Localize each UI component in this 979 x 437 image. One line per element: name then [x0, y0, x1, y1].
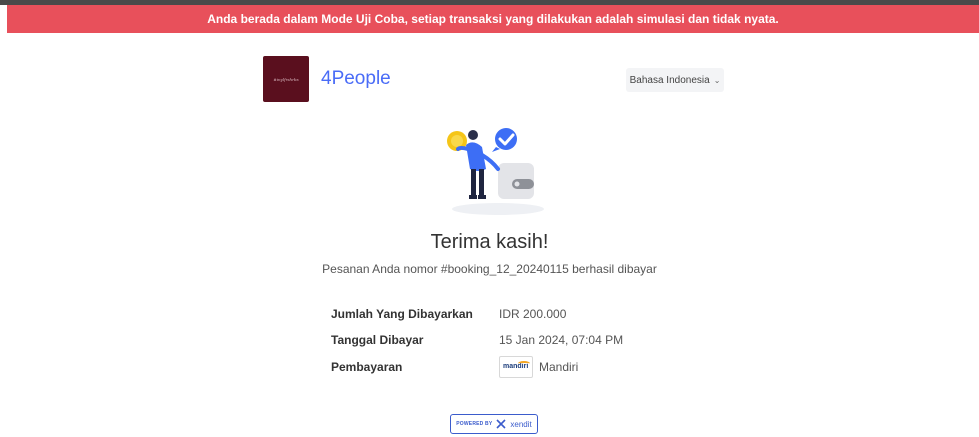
page-title: Terima kasih!	[430, 231, 549, 253]
chevron-down-icon: ⌄	[713, 75, 721, 85]
amount-label: Jumlah Yang Dibayarkan	[331, 307, 473, 321]
banner-text: Anda berada dalam Mode Uji Coba, setiap …	[207, 12, 779, 26]
xendit-text: xendit	[510, 419, 532, 429]
payment-label: Pembayaran	[331, 360, 403, 374]
language-label: Bahasa Indonesia	[629, 74, 710, 86]
merchant-logo: #inylfrshrbs	[263, 56, 309, 102]
mandiri-logo-icon: mandiri	[499, 356, 533, 378]
mandiri-wave-icon	[518, 361, 530, 366]
payment-method-name: Mandiri	[539, 360, 579, 374]
xendit-logo-icon	[496, 419, 506, 429]
powered-by-text: POWERED BY	[456, 421, 493, 427]
merchant-logo-text: #inylfrshrbs	[273, 76, 299, 82]
merchant-name: 4People	[321, 68, 391, 89]
language-select[interactable]: Bahasa Indonesia ⌄	[626, 68, 724, 92]
paid-date-value: 15 Jan 2024, 07:04 PM	[499, 333, 624, 347]
success-illustration	[447, 128, 544, 215]
payment-method: mandiri Mandiri	[499, 356, 578, 378]
powered-by-xendit-badge[interactable]: POWERED BY xendit	[450, 414, 538, 434]
test-mode-banner: Anda berada dalam Mode Uji Coba, setiap …	[7, 5, 979, 33]
amount-value: IDR 200.000	[499, 307, 567, 321]
order-message: Pesanan Anda nomor #booking_12_20240115 …	[322, 262, 657, 276]
paid-date-label: Tanggal Dibayar	[331, 333, 424, 347]
